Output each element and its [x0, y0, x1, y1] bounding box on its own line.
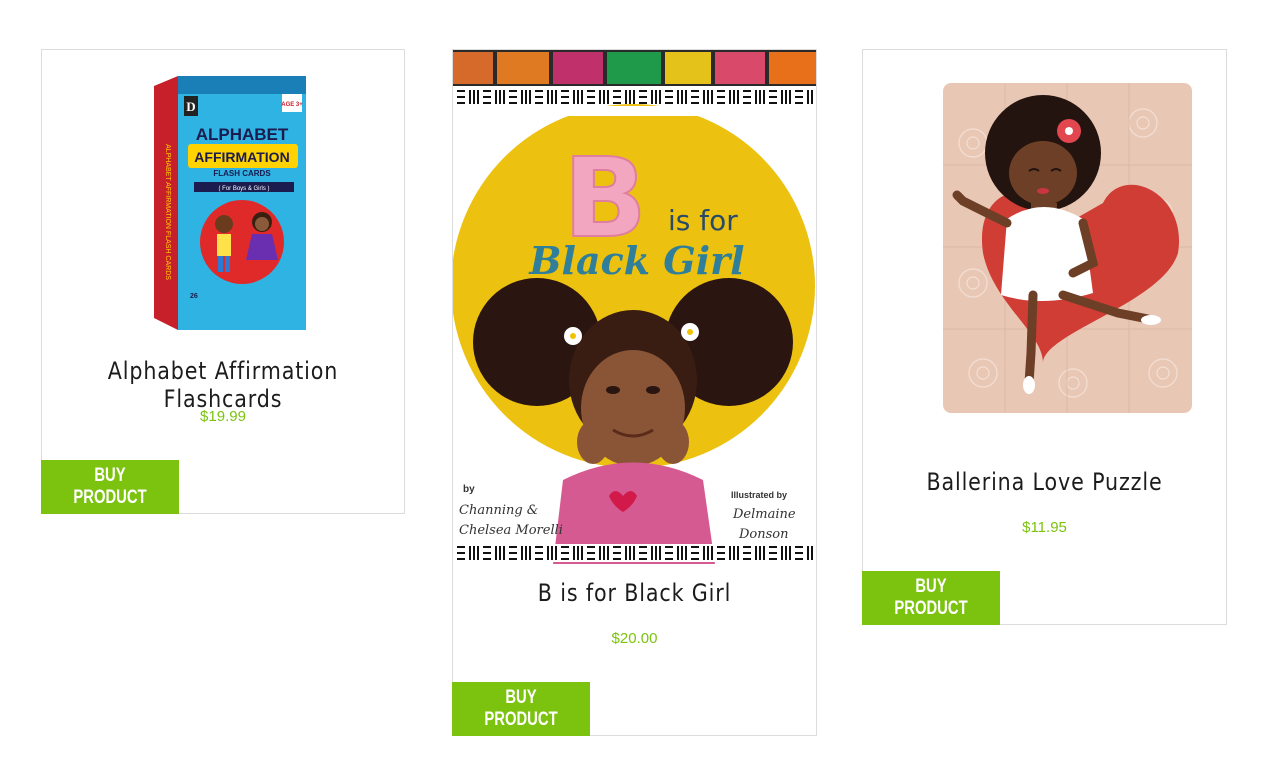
cover-name: Black Girl	[528, 238, 744, 283]
product-price: $19.99	[200, 408, 246, 425]
cover-is-for: is for	[668, 204, 738, 237]
box-title-line2: AFFIRMATION	[194, 149, 289, 165]
age-badge: AGE 3+	[281, 102, 303, 108]
product-card: ALPHABET AFFIRMATION FLASH CARDS D AGE 3…	[41, 49, 405, 514]
box-title-line1: ALPHABET	[196, 125, 289, 144]
buy-product-label: BUY PRODUCT	[894, 576, 968, 619]
product-title[interactable]: Alphabet Affirmation Flashcards	[67, 357, 378, 413]
product-image-flashcards[interactable]: ALPHABET AFFIRMATION FLASH CARDS D AGE 3…	[154, 72, 306, 332]
product-image-book-cover[interactable]: B is for Black Girl by Channing & Chelse…	[453, 50, 816, 564]
box-title-line3: FLASH CARDS	[213, 169, 271, 178]
product-price: $20.00	[611, 630, 658, 647]
cover-illustrator-1: Delmaine	[732, 507, 796, 522]
cover-illustrator-2: Donson	[738, 527, 789, 542]
product-title[interactable]: Ballerina Love Puzzle	[888, 468, 1200, 496]
buy-product-label: BUY PRODUCT	[484, 687, 558, 730]
product-card: Ballerina Love Puzzle $11.95 BUY PRODUCT	[862, 49, 1227, 625]
cover-by: by	[463, 484, 475, 495]
product-card: B is for Black Girl by Channing & Chelse…	[452, 49, 817, 736]
buy-product-button[interactable]: BUY PRODUCT	[862, 571, 1000, 625]
buy-product-label: BUY PRODUCT	[73, 465, 147, 508]
buy-product-button[interactable]: BUY PRODUCT	[452, 682, 590, 736]
box-title-line4: ( For Boys & Girls )	[218, 186, 269, 192]
product-title[interactable]: B is for Black Girl	[478, 579, 790, 607]
svg-text:26: 26	[190, 293, 198, 300]
product-price: $11.95	[1022, 519, 1067, 536]
cover-illustrated-by: Illustrated by	[731, 490, 787, 500]
brand-letter: D	[186, 99, 195, 114]
product-image-puzzle[interactable]	[943, 83, 1192, 413]
box-spine-text: ALPHABET AFFIRMATION FLASH CARDS	[164, 144, 171, 280]
buy-product-button[interactable]: BUY PRODUCT	[41, 460, 179, 514]
cover-authors-2: Chelsea Morelli	[459, 523, 563, 538]
cover-authors-1: Channing &	[459, 503, 538, 518]
